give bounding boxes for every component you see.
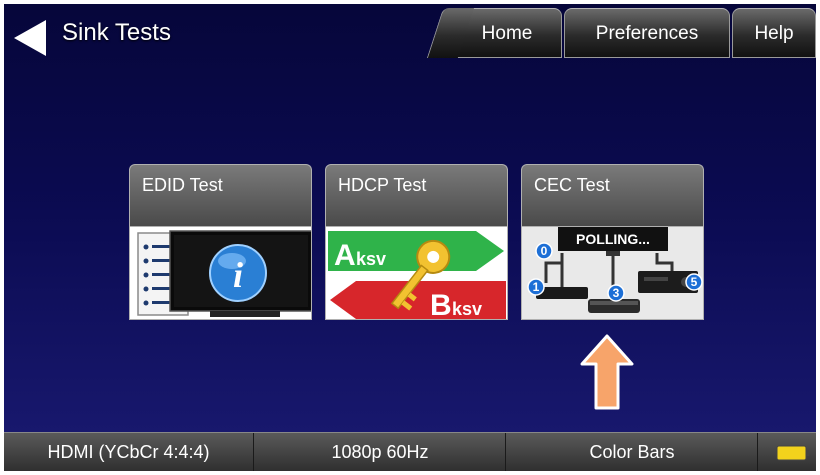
hdcp-test-tile[interactable]: HDCP Test A ksv B ksv <box>325 164 508 320</box>
hdcp-a-sub: ksv <box>356 249 386 269</box>
back-button[interactable] <box>12 18 48 58</box>
hdcp-a-letter: A <box>334 239 356 272</box>
hdcp-test-image: A ksv B ksv <box>325 226 508 320</box>
app-screen: Sink Tests Home Preferences Help EDID Te… <box>4 4 816 471</box>
edid-test-tile-header: EDID Test <box>129 164 312 226</box>
cec-node-1: 1 <box>533 280 540 294</box>
tab-home[interactable]: Home <box>452 8 562 58</box>
status-bar: HDMI (YCbCr 4:4:4) 1080p 60Hz Color Bars <box>4 432 816 471</box>
cec-polling-text: POLLING... <box>576 231 650 247</box>
hdcp-b-sub: ksv <box>452 299 482 319</box>
cec-test-tile[interactable]: CEC Test POLLING... 0 1 3 5 <box>521 164 704 320</box>
cec-test-tile-header: CEC Test <box>521 164 704 226</box>
edid-test-image: i <box>129 226 312 320</box>
battery-icon <box>776 445 809 461</box>
hdcp-test-tile-header: HDCP Test <box>325 164 508 226</box>
pattern-button[interactable]: Color Bars <box>507 433 758 471</box>
up-arrow-icon <box>580 334 634 410</box>
cec-node-5: 5 <box>691 275 698 289</box>
hdcp-test-label: HDCP Test <box>338 175 427 195</box>
tab-help-label: Help <box>754 23 794 44</box>
tab-help[interactable]: Help <box>732 8 816 58</box>
cec-test-image: POLLING... 0 1 3 5 <box>521 226 704 320</box>
signal-format-button[interactable]: HDMI (YCbCr 4:4:4) <box>4 433 254 471</box>
page-title: Sink Tests <box>62 19 171 46</box>
back-arrow-icon <box>14 20 46 56</box>
edid-monitor-info-icon: i <box>130 227 311 319</box>
cec-devices-icon: POLLING... 0 1 3 5 <box>522 227 703 319</box>
tab-home-label: Home <box>481 23 533 44</box>
hdcp-key-icon: A ksv B ksv <box>326 227 507 320</box>
resolution-button[interactable]: 1080p 60Hz <box>255 433 506 471</box>
cec-node-0: 0 <box>541 244 548 258</box>
edid-test-label: EDID Test <box>142 175 223 195</box>
tab-preferences[interactable]: Preferences <box>564 8 730 58</box>
svg-text:i: i <box>233 255 243 295</box>
cec-test-label: CEC Test <box>534 175 610 195</box>
hdcp-b-letter: B <box>430 289 452 320</box>
cec-node-3: 3 <box>613 286 620 300</box>
edid-test-tile[interactable]: EDID Test i <box>129 164 312 320</box>
tab-preferences-label: Preferences <box>595 23 699 44</box>
header-bar: Sink Tests Home Preferences Help <box>4 4 816 66</box>
